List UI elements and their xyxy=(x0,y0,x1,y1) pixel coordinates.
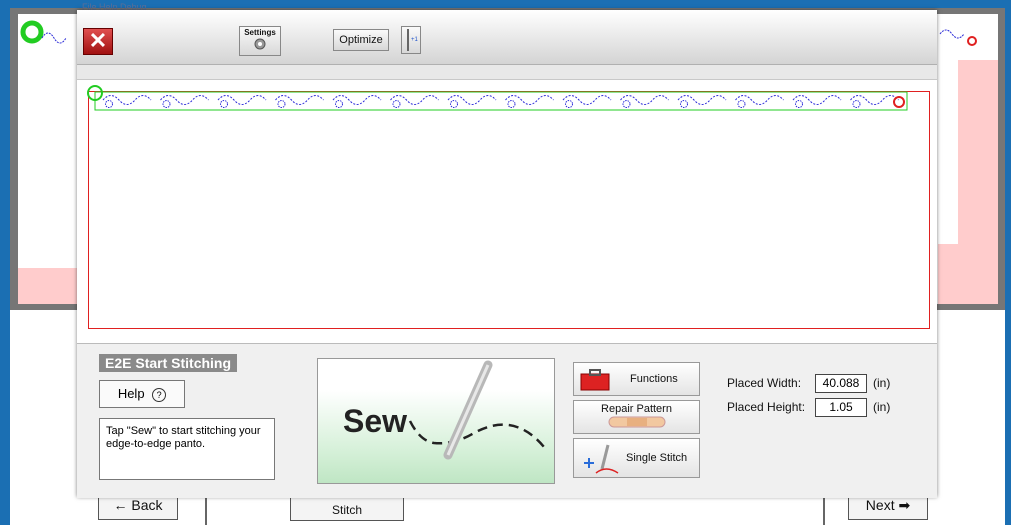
placed-width-unit: (in) xyxy=(873,376,891,390)
panto-motif-flower xyxy=(507,100,516,108)
background-quilt-margin-corner xyxy=(938,244,998,304)
panto-motif-flower xyxy=(622,100,631,108)
toolbox-icon xyxy=(580,369,610,391)
placed-height-field[interactable]: 1.05 xyxy=(815,398,867,417)
needle-plus-one-button[interactable]: +1 xyxy=(401,26,421,54)
panto-motif-flower xyxy=(565,100,573,108)
placed-height-unit: (in) xyxy=(873,400,891,414)
panto-motif-curve xyxy=(562,95,612,105)
stitch-preview-area[interactable] xyxy=(77,79,937,344)
panel-title: E2E Start Stitching xyxy=(99,354,238,372)
bandage-icon xyxy=(608,416,665,428)
functions-label: Functions xyxy=(630,373,678,385)
close-button[interactable]: ✕ xyxy=(83,28,113,55)
panto-motif-curve xyxy=(792,95,842,105)
sew-button[interactable]: Sew xyxy=(317,358,555,484)
background-pattern-end xyxy=(939,29,977,46)
panto-motif-flower xyxy=(162,100,171,108)
repair-pattern-button[interactable]: Repair Pattern xyxy=(573,400,700,434)
placed-height-label: Placed Height: xyxy=(727,400,806,414)
panto-motif-curve xyxy=(677,95,727,105)
panto-motif-curve xyxy=(275,95,324,105)
settings-button[interactable]: Settings xyxy=(239,26,281,56)
panto-motif-flower xyxy=(450,100,458,108)
placed-width-label: Placed Width: xyxy=(727,376,802,390)
dialog-lower-panel: E2E Start Stitching Help ? Tap "Sew" to … xyxy=(77,343,937,498)
panto-motif-flower xyxy=(852,100,861,108)
dialog-strip xyxy=(77,65,937,79)
quilt-boundary xyxy=(88,91,930,329)
placed-width-field[interactable]: 40.088 xyxy=(815,374,867,393)
panto-motif-flower xyxy=(680,100,688,108)
panto-pattern-row xyxy=(87,85,908,111)
background-quilt-margin-left xyxy=(18,268,78,304)
background-pattern-start xyxy=(20,20,67,44)
help-button[interactable]: Help ? xyxy=(99,380,185,408)
functions-button[interactable]: Functions xyxy=(573,362,700,396)
e2e-start-stitching-dialog: ✕ Settings Optimize +1 E2E Start Stitchi… xyxy=(77,10,937,498)
stitch-label: Stitch xyxy=(331,503,362,517)
panto-motif-curve xyxy=(332,95,382,105)
settings-label: Settings xyxy=(244,28,276,37)
panto-motif-curve xyxy=(217,95,267,105)
panto-motif-curve xyxy=(850,95,899,105)
sewing-needle-icon xyxy=(408,360,545,460)
help-label: Help xyxy=(117,386,145,401)
panto-motif-curve xyxy=(447,95,497,105)
panto-motif-flower xyxy=(220,100,228,108)
stitch-button[interactable]: Stitch xyxy=(290,497,404,521)
single-stitch-icon xyxy=(584,444,619,474)
panto-motif-curve xyxy=(505,95,554,105)
optimize-button[interactable]: Optimize xyxy=(333,29,389,51)
hint-text: Tap "Sew" to start stitching your edge-t… xyxy=(99,418,275,480)
panto-motif-flower xyxy=(795,100,803,108)
dialog-toolbar: ✕ Settings Optimize +1 xyxy=(77,10,937,65)
gear-icon xyxy=(254,38,266,50)
panto-motif-flower xyxy=(105,100,113,108)
panto-motif-curve xyxy=(735,95,784,105)
repair-pattern-label: Repair Pattern xyxy=(601,403,672,415)
panto-motif-flower xyxy=(277,100,286,108)
panto-motif-curve xyxy=(390,95,439,105)
panto-motif-flower xyxy=(737,100,746,108)
panto-motif-flower xyxy=(392,100,401,108)
help-circle-icon: ? xyxy=(152,388,167,402)
panto-motif-flower xyxy=(335,100,343,108)
single-stitch-button[interactable]: Single Stitch xyxy=(573,438,700,478)
needle-plus-one-label: +1 xyxy=(411,37,418,43)
panto-motif-curve xyxy=(620,95,669,105)
panto-motif-curve xyxy=(102,95,152,105)
single-stitch-label: Single Stitch xyxy=(626,452,688,464)
panto-motif-curve xyxy=(160,95,209,105)
